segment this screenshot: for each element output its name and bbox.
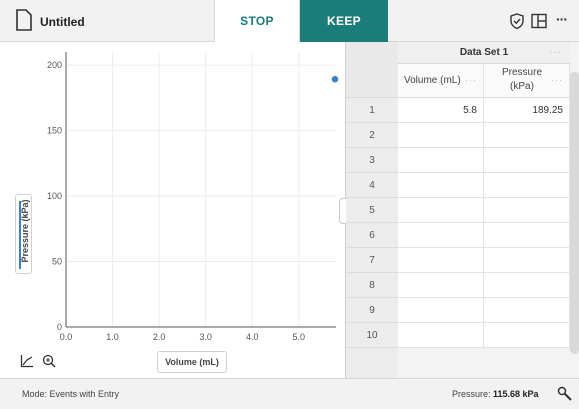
y-tick-label: 200 — [47, 60, 62, 70]
sensor-value: 115.68 kPa — [493, 389, 539, 399]
table-cell[interactable] — [484, 323, 570, 348]
row-number[interactable]: 1 — [346, 98, 398, 123]
column-header-pressure[interactable]: Pressure (kPa) ··· — [484, 64, 570, 98]
table-cell[interactable] — [484, 223, 570, 248]
column-label: Volume (mL) — [404, 75, 461, 86]
table-cell[interactable] — [398, 223, 484, 248]
row-number[interactable]: 4 — [346, 173, 398, 198]
column-label: Pressure — [501, 67, 542, 78]
y-tick-label: 0 — [57, 322, 62, 332]
data-table: 1 2 3 4 5 6 7 8 9 10 Data Set 1 ··· Volu… — [346, 42, 579, 378]
sensor-readout[interactable]: Pressure: 115.68 kPa — [452, 389, 539, 399]
more-menu-button[interactable]: ··· — [556, 11, 568, 27]
layout-icon[interactable] — [530, 12, 548, 30]
document-title[interactable]: Untitled — [40, 15, 85, 29]
table-cell[interactable] — [484, 248, 570, 273]
dataset-menu-button[interactable]: ··· — [549, 42, 562, 64]
x-tick-label: 1.0 — [106, 332, 119, 342]
status-bar: Mode: Events with Entry Pressure: 115.68… — [0, 378, 579, 409]
graph-panel: 0.0 1.0 2.0 3.0 4.0 5.0 0 50 100 150 200 Pressure … — [0, 42, 345, 378]
dataset-title: Data Set 1 — [459, 47, 509, 58]
stop-button[interactable]: STOP — [214, 0, 300, 42]
top-toolbar: Untitled STOP KEEP ··· — [0, 0, 579, 42]
x-tick-label: 5.0 — [293, 332, 306, 342]
y-tick-label: 150 — [47, 126, 62, 136]
shield-check-icon[interactable] — [508, 12, 526, 30]
row-number[interactable]: 10 — [346, 323, 398, 348]
zoom-icon[interactable] — [42, 354, 56, 368]
table-cell[interactable] — [484, 148, 570, 173]
table-scrollbar[interactable] — [570, 72, 579, 354]
graph-plot[interactable]: 0.0 1.0 2.0 3.0 4.0 5.0 0 50 100 150 200 — [0, 42, 345, 378]
y-tick-label: 50 — [52, 257, 62, 267]
table-cell[interactable]: 5.8 — [398, 98, 484, 123]
column-menu-button[interactable]: ··· — [551, 75, 563, 85]
row-index-column: 1 2 3 4 5 6 7 8 9 10 — [346, 42, 398, 378]
table-cell[interactable] — [398, 198, 484, 223]
x-tick-label: 2.0 — [153, 332, 166, 342]
table-cell[interactable] — [484, 298, 570, 323]
table-cell[interactable] — [484, 173, 570, 198]
data-point[interactable] — [331, 75, 339, 83]
row-index-header — [346, 42, 398, 98]
collection-mode[interactable]: Mode: Events with Entry — [22, 389, 119, 399]
x-tick-label: 3.0 — [199, 332, 212, 342]
dataset-header[interactable]: Data Set 1 ··· — [398, 42, 570, 64]
table-cell[interactable]: 189.25 — [484, 98, 570, 123]
column-menu-button[interactable]: ··· — [465, 75, 477, 85]
row-number[interactable]: 9 — [346, 298, 398, 323]
x-tick-label: 4.0 — [246, 332, 259, 342]
table-cell[interactable] — [484, 273, 570, 298]
sensor-label: Pressure: — [452, 389, 494, 399]
table-cell[interactable] — [398, 123, 484, 148]
table-cell[interactable] — [398, 248, 484, 273]
sensor-settings-icon[interactable] — [556, 385, 574, 403]
row-number[interactable]: 6 — [346, 223, 398, 248]
graph-tools-icon[interactable] — [20, 354, 34, 368]
table-cell[interactable] — [398, 173, 484, 198]
y-axis-label-button[interactable]: Pressure (kPa) — [15, 194, 32, 274]
table-cell[interactable] — [398, 323, 484, 348]
table-cell[interactable] — [398, 298, 484, 323]
document-icon[interactable] — [15, 9, 33, 31]
table-cell[interactable] — [398, 148, 484, 173]
x-axis-label-button[interactable]: Volume (mL) — [157, 351, 227, 373]
row-number[interactable]: 7 — [346, 248, 398, 273]
column-unit: (kPa) — [510, 81, 534, 92]
column-header-volume[interactable]: Volume (mL) ··· — [398, 64, 484, 98]
table-cell[interactable] — [398, 273, 484, 298]
row-number[interactable]: 2 — [346, 123, 398, 148]
row-number[interactable]: 8 — [346, 273, 398, 298]
keep-button[interactable]: KEEP — [300, 0, 388, 42]
y-tick-label: 100 — [47, 191, 62, 201]
y-axis-label: Pressure (kPa) — [20, 199, 30, 263]
table-cell[interactable] — [484, 198, 570, 223]
row-number[interactable]: 3 — [346, 148, 398, 173]
row-number[interactable]: 5 — [346, 198, 398, 223]
table-cell[interactable] — [484, 123, 570, 148]
x-tick-label: 0.0 — [60, 332, 73, 342]
